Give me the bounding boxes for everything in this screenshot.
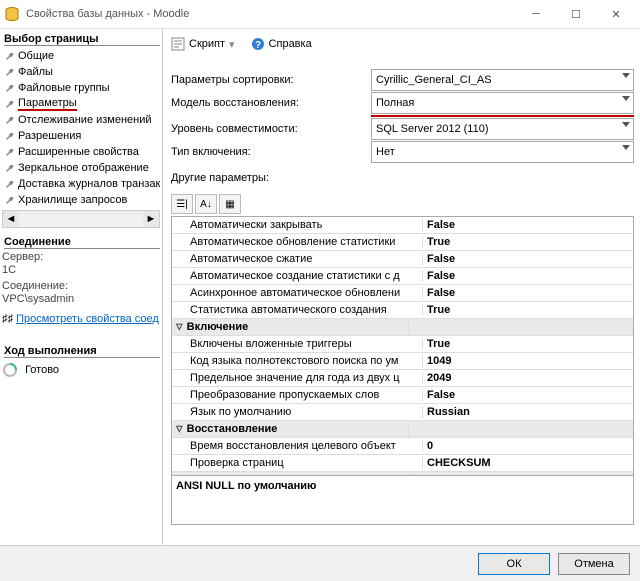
conn-label: Соединение: bbox=[2, 280, 160, 292]
sidebar-item[interactable]: Отслеживание изменений bbox=[2, 112, 160, 128]
scroll-track[interactable] bbox=[19, 211, 143, 227]
svg-text:?: ? bbox=[254, 40, 260, 51]
view-connection-props-link[interactable]: Просмотреть свойства соед bbox=[16, 313, 159, 325]
categorize-button[interactable]: ☰| bbox=[171, 194, 193, 214]
grid-category[interactable]: ▽ Вспомогательные bbox=[172, 472, 633, 475]
grid-row[interactable]: Автоматическое сжатиеFalse bbox=[172, 251, 633, 268]
grid-row[interactable]: Автоматическое создание статистики с дFa… bbox=[172, 268, 633, 285]
grid-row[interactable]: Язык по умолчаниюRussian bbox=[172, 404, 633, 421]
recovery-combo[interactable]: Полная bbox=[371, 92, 634, 114]
maximize-button[interactable]: ☐ bbox=[556, 0, 596, 28]
sort-label: Параметры сортировки: bbox=[171, 74, 371, 86]
grid-toolbar: ☰| A↓ ▦ bbox=[171, 194, 634, 214]
dropdown-arrow[interactable]: ▾ bbox=[229, 38, 235, 51]
sidebar-item[interactable]: Зеркальное отображение bbox=[2, 160, 160, 176]
sidebar-item[interactable]: Доставка журналов транзакций bbox=[2, 176, 160, 192]
window-title: Свойства базы данных - Moodle bbox=[26, 8, 516, 20]
grid-category[interactable]: ▽ Включение bbox=[172, 319, 633, 336]
grid-row[interactable]: Преобразование пропускаемых словFalse bbox=[172, 387, 633, 404]
grid-row[interactable]: Проверка страницCHECKSUM bbox=[172, 455, 633, 472]
grid-row[interactable]: Статистика автоматического созданияTrue bbox=[172, 302, 633, 319]
grid-row[interactable]: Автоматическое обновление статистикиTrue bbox=[172, 234, 633, 251]
sidebar-item[interactable]: Файловые группы bbox=[2, 80, 160, 96]
titlebar: Свойства базы данных - Moodle ─ ☐ ✕ bbox=[0, 0, 640, 29]
description-pane: ANSI NULL по умолчанию bbox=[171, 476, 634, 525]
compat-combo[interactable]: SQL Server 2012 (110) bbox=[371, 118, 634, 140]
server-label: Сервер: bbox=[2, 251, 160, 263]
connection-heading: Соединение bbox=[4, 236, 160, 249]
script-icon bbox=[171, 37, 185, 51]
sidebar-item[interactable]: Расширенные свойства bbox=[2, 144, 160, 160]
content: Скрипт ▾ ? Справка Параметры сортировки:… bbox=[163, 29, 640, 545]
progress-heading: Ход выполнения bbox=[4, 345, 160, 358]
server-value: 1C bbox=[2, 264, 160, 276]
contain-combo[interactable]: Нет bbox=[371, 141, 634, 163]
spinner-icon bbox=[2, 362, 18, 378]
contain-label: Тип включения: bbox=[171, 146, 371, 158]
sidebar: Выбор страницы ОбщиеФайлыФайловые группы… bbox=[0, 29, 163, 545]
help-icon: ? bbox=[251, 37, 265, 51]
sidebar-item[interactable]: Хранилище запросов bbox=[2, 192, 160, 208]
grid-row[interactable]: Предельное значение для года из двух ц20… bbox=[172, 370, 633, 387]
sidebar-item[interactable]: Общие bbox=[2, 48, 160, 64]
hscrollbar[interactable]: ◄ ► bbox=[2, 210, 160, 228]
sidebar-item[interactable]: Разрешения bbox=[2, 128, 160, 144]
grid-row[interactable]: Время восстановления целевого объект0 bbox=[172, 438, 633, 455]
props-button[interactable]: ▦ bbox=[219, 194, 241, 214]
script-button[interactable]: Скрипт bbox=[189, 38, 225, 50]
conn-value: VPC\sysadmin bbox=[2, 293, 160, 305]
footer: ОК Отмена bbox=[0, 545, 640, 581]
help-button[interactable]: Справка bbox=[269, 38, 312, 50]
ok-button[interactable]: ОК bbox=[478, 553, 550, 575]
page-select-heading: Выбор страницы bbox=[4, 33, 160, 46]
grid-row[interactable]: Включены вложенные триггерыTrue bbox=[172, 336, 633, 353]
compat-label: Уровень совместимости: bbox=[171, 123, 371, 135]
other-label: Другие параметры: bbox=[171, 172, 371, 184]
recovery-label: Модель восстановления: bbox=[171, 97, 371, 109]
progress-value: Готово bbox=[25, 364, 59, 376]
cancel-button[interactable]: Отмена bbox=[558, 553, 630, 575]
grid-category[interactable]: ▽ Восстановление bbox=[172, 421, 633, 438]
view-props-icon: ♯♯ bbox=[2, 313, 13, 325]
sort-combo[interactable]: Cyrillic_General_CI_AS bbox=[371, 69, 634, 91]
page-tree: ОбщиеФайлыФайловые группыПараметрыОтслеж… bbox=[2, 48, 160, 208]
sort-az-button[interactable]: A↓ bbox=[195, 194, 217, 214]
grid-row[interactable]: Код языка полнотекстового поиска по ум10… bbox=[172, 353, 633, 370]
scroll-right[interactable]: ► bbox=[143, 211, 159, 227]
sidebar-item[interactable]: Параметры bbox=[2, 96, 160, 112]
toolbar: Скрипт ▾ ? Справка bbox=[171, 33, 634, 55]
sidebar-item[interactable]: Файлы bbox=[2, 64, 160, 80]
grid-row[interactable]: Автоматически закрыватьFalse bbox=[172, 217, 633, 234]
grid-row[interactable]: Асинхронное автоматическое обновлениFals… bbox=[172, 285, 633, 302]
scroll-left[interactable]: ◄ bbox=[3, 211, 19, 227]
close-button[interactable]: ✕ bbox=[596, 0, 636, 28]
property-grid[interactable]: Автоматически закрыватьFalseАвтоматическ… bbox=[171, 216, 634, 476]
db-icon bbox=[4, 6, 20, 22]
minimize-button[interactable]: ─ bbox=[516, 0, 556, 28]
red-underline bbox=[371, 115, 634, 117]
